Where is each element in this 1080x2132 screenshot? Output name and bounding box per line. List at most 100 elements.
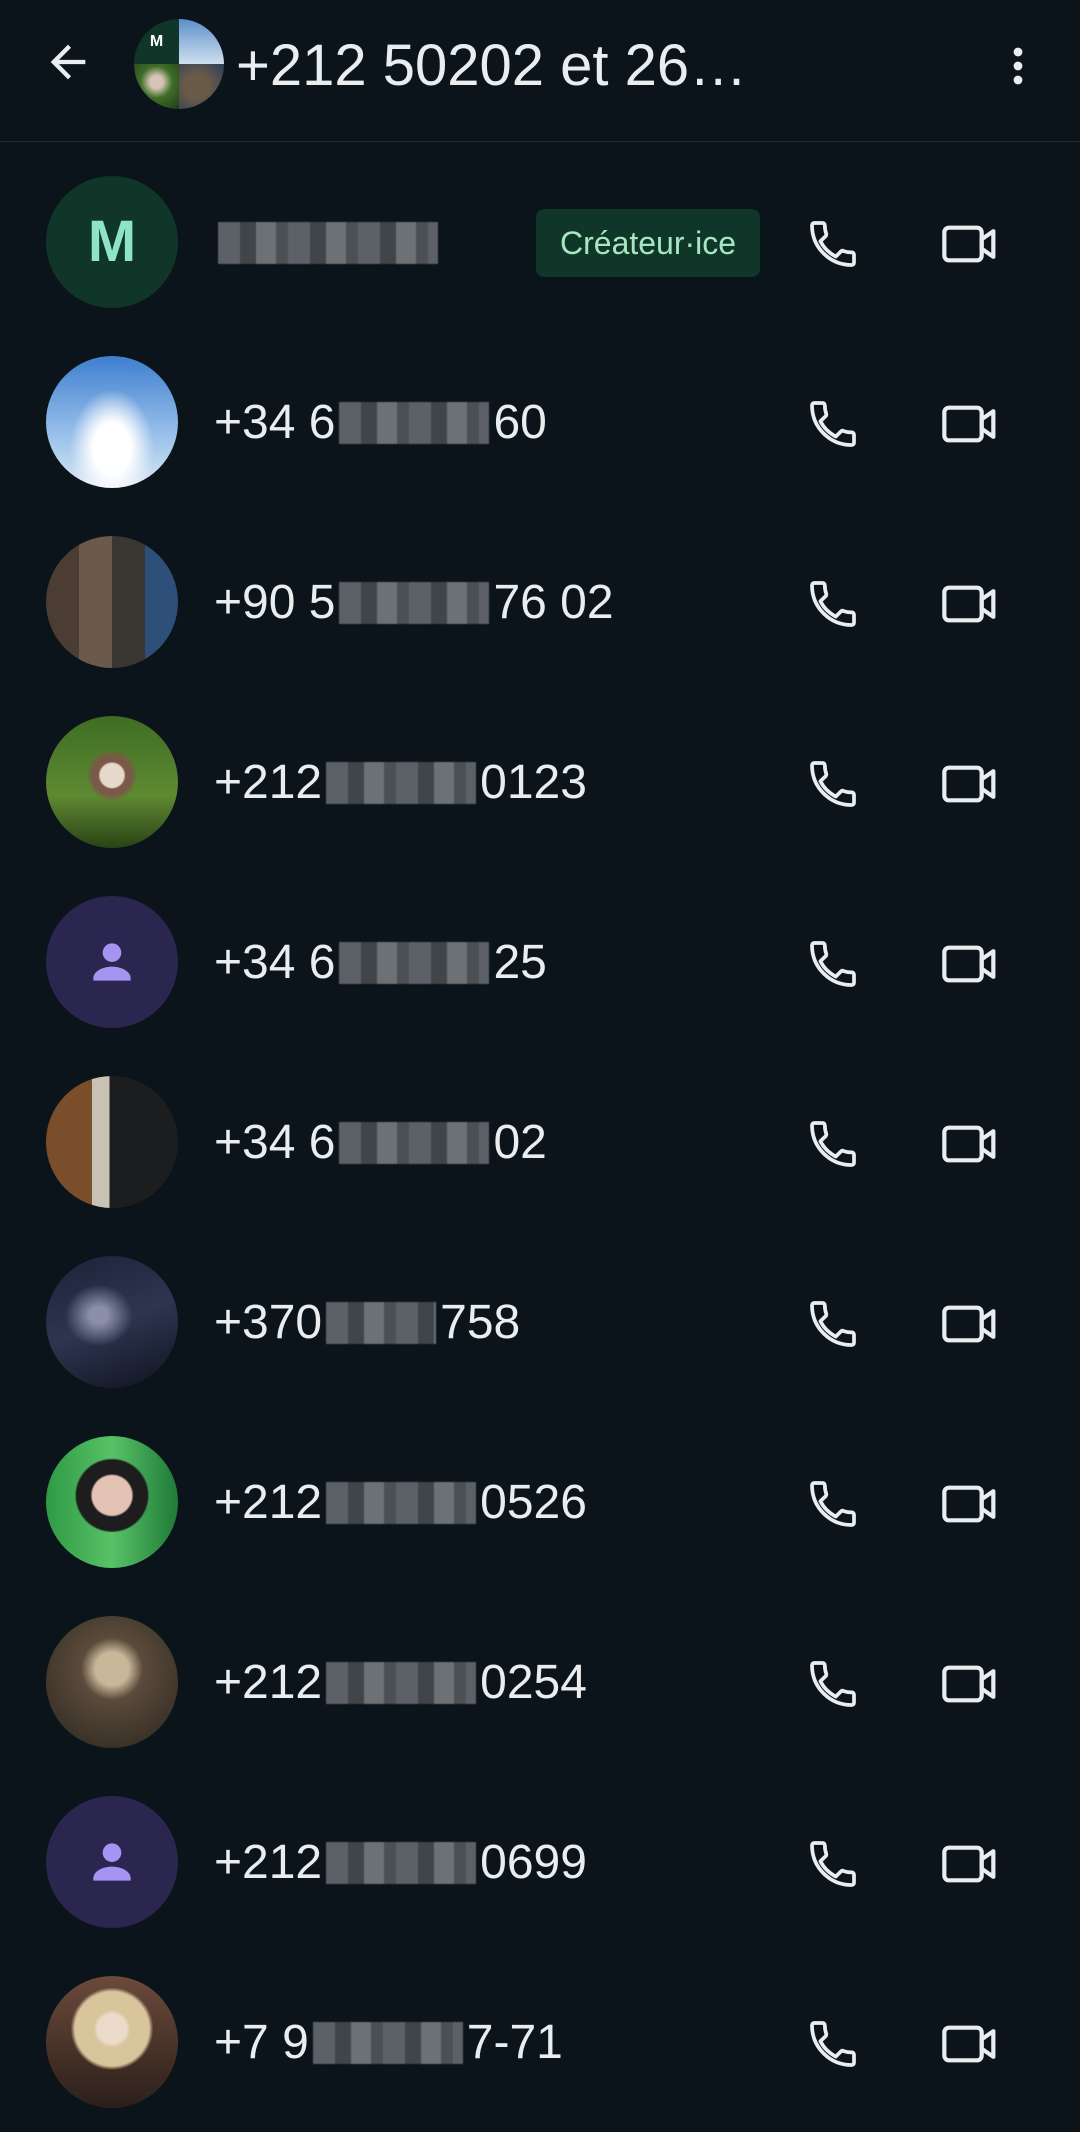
redacted-number	[339, 402, 490, 444]
group-title[interactable]: +212 50202 et 26…	[236, 26, 966, 106]
voice-call-button[interactable]	[798, 929, 868, 999]
redacted-number	[326, 1662, 477, 1704]
participant-name: +370 758	[214, 1296, 521, 1349]
video-call-button[interactable]	[932, 1289, 1008, 1359]
participant-row[interactable]: +212 0123	[0, 693, 1080, 873]
participant-name: +212 0699	[214, 1836, 587, 1889]
avatar[interactable]	[46, 1796, 178, 1928]
video-call-button[interactable]	[932, 749, 1008, 819]
avatar[interactable]	[46, 896, 178, 1028]
video-camera-icon	[942, 225, 996, 263]
participant-name: +90 5 76 02	[214, 576, 614, 629]
voice-call-button[interactable]	[798, 749, 868, 819]
avatar-photo[interactable]	[46, 1976, 178, 2108]
voice-call-button[interactable]	[798, 1109, 868, 1179]
group-avatar[interactable]: M	[134, 19, 224, 109]
video-camera-icon	[942, 1845, 996, 1883]
group-participants-screen: M +212 50202 et 26… M Créateur·ice +34 6…	[0, 0, 1080, 2132]
redacted-number	[339, 582, 490, 624]
voice-call-button[interactable]	[798, 569, 868, 639]
redacted-number	[218, 222, 438, 264]
video-camera-icon	[942, 1125, 996, 1163]
phone-icon	[810, 581, 856, 627]
participant-row[interactable]: +90 5 76 02	[0, 513, 1080, 693]
participant-name: +34 6 60	[214, 396, 547, 449]
participant-row[interactable]: M Créateur·ice	[0, 153, 1080, 333]
person-icon	[93, 1843, 131, 1881]
phone-icon	[810, 1481, 856, 1527]
participant-row[interactable]: +7 9 7-71	[0, 1953, 1080, 2132]
video-call-button[interactable]	[932, 1469, 1008, 1539]
participant-name: +212 0526	[214, 1476, 587, 1529]
voice-call-button[interactable]	[798, 389, 868, 459]
redacted-number	[312, 2022, 463, 2064]
video-camera-icon	[942, 1305, 996, 1343]
participant-name: +212 0254	[214, 1656, 587, 1709]
phone-icon	[810, 1661, 856, 1707]
voice-call-button[interactable]	[798, 209, 868, 279]
avatar-photo[interactable]	[46, 536, 178, 668]
redacted-number	[326, 1842, 477, 1884]
redacted-number	[326, 1302, 437, 1344]
redacted-number	[326, 1482, 477, 1524]
video-call-button[interactable]	[932, 1649, 1008, 1719]
avatar[interactable]: M	[46, 176, 178, 308]
redacted-number	[339, 1122, 490, 1164]
avatar-photo[interactable]	[46, 1436, 178, 1568]
video-camera-icon	[942, 1485, 996, 1523]
video-call-button[interactable]	[932, 389, 1008, 459]
participant-row[interactable]: +34 6 02	[0, 1053, 1080, 1233]
video-call-button[interactable]	[932, 929, 1008, 999]
more-options-button[interactable]	[994, 34, 1042, 98]
voice-call-button[interactable]	[798, 1469, 868, 1539]
avatar-photo[interactable]	[46, 356, 178, 488]
participant-name	[214, 211, 442, 275]
redacted-number	[326, 762, 477, 804]
voice-call-button[interactable]	[798, 2009, 868, 2079]
voice-call-button[interactable]	[798, 1289, 868, 1359]
avatar-photo[interactable]	[46, 1076, 178, 1208]
phone-icon	[810, 1121, 856, 1167]
participant-name: +212 0123	[214, 756, 587, 809]
participant-row[interactable]: +212 0699	[0, 1773, 1080, 1953]
video-camera-icon	[942, 765, 996, 803]
participant-name: +34 6 25	[214, 936, 547, 989]
video-call-button[interactable]	[932, 209, 1008, 279]
phone-icon	[810, 2021, 856, 2067]
participant-row[interactable]: +212 0254	[0, 1593, 1080, 1773]
video-camera-icon	[942, 1665, 996, 1703]
avatar-photo[interactable]	[46, 716, 178, 848]
video-camera-icon	[942, 585, 996, 623]
voice-call-button[interactable]	[798, 1649, 868, 1719]
group-avatar-letter: M	[134, 19, 179, 64]
phone-icon	[810, 761, 856, 807]
redacted-number	[339, 942, 490, 984]
participant-name: +34 6 02	[214, 1116, 547, 1169]
video-call-button[interactable]	[932, 569, 1008, 639]
video-call-button[interactable]	[932, 2009, 1008, 2079]
avatar-photo[interactable]	[46, 1256, 178, 1388]
avatar-photo[interactable]	[46, 1616, 178, 1748]
arrow-left-icon	[50, 44, 86, 80]
back-button[interactable]	[36, 30, 100, 94]
phone-icon	[810, 1841, 856, 1887]
more-vertical-icon	[1013, 47, 1023, 85]
video-camera-icon	[942, 945, 996, 983]
participant-row[interactable]: +34 6 60	[0, 333, 1080, 513]
participant-row[interactable]: +34 6 25	[0, 873, 1080, 1053]
person-icon	[93, 943, 131, 981]
video-call-button[interactable]	[932, 1829, 1008, 1899]
video-call-button[interactable]	[932, 1109, 1008, 1179]
phone-icon	[810, 221, 856, 267]
participant-name: +7 9 7-71	[214, 2016, 563, 2069]
creator-badge: Créateur·ice	[536, 209, 761, 277]
voice-call-button[interactable]	[798, 1829, 868, 1899]
video-camera-icon	[942, 2025, 996, 2063]
participant-row[interactable]: +212 0526	[0, 1413, 1080, 1593]
phone-icon	[810, 941, 856, 987]
phone-icon	[810, 1301, 856, 1347]
top-app-bar: M +212 50202 et 26…	[0, 0, 1080, 142]
participant-list: M Créateur·ice +34 6 60 +90 5 76 02 +212…	[0, 153, 1080, 2132]
avatar-initial: M	[87, 209, 137, 274]
participant-row[interactable]: +370 758	[0, 1233, 1080, 1413]
